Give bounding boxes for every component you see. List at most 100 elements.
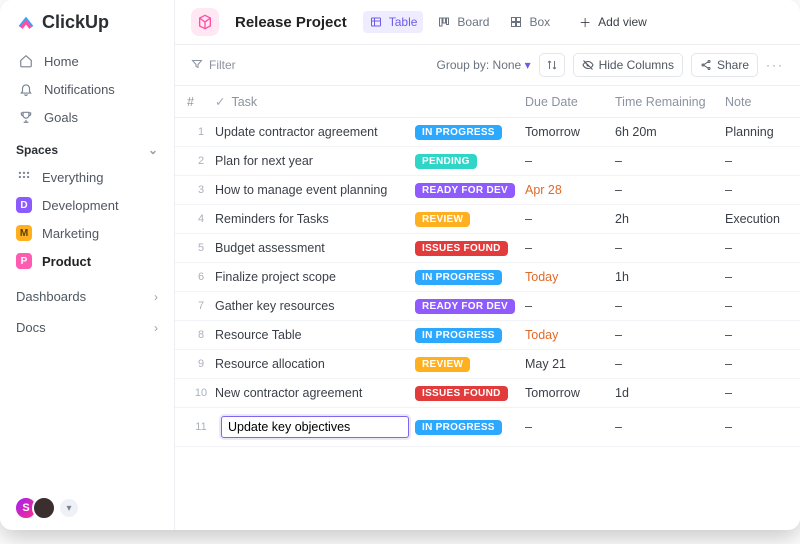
col-task[interactable]: ✓ Task	[215, 94, 415, 109]
nav-label: Home	[44, 54, 79, 69]
header-bar: Release Project TableBoardBox ＋ Add view	[175, 0, 800, 45]
note: –	[725, 386, 800, 400]
sidebar-nav: Home NotificationsGoals	[0, 45, 174, 133]
view-label: Board	[457, 15, 489, 29]
avatar[interactable]	[32, 496, 56, 520]
hide-columns-button[interactable]: Hide Columns	[573, 53, 683, 77]
task-name: Resource allocation	[215, 357, 415, 371]
row-index: 11	[187, 421, 215, 433]
note: –	[725, 328, 800, 342]
due-date[interactable]: Today	[525, 270, 615, 284]
spaces-header[interactable]: Spaces ⌄	[0, 133, 174, 163]
due-date[interactable]: –	[525, 299, 615, 313]
due-date[interactable]: Apr 28	[525, 183, 615, 197]
note: Planning	[725, 125, 800, 139]
table-row[interactable]: 11IN PROGRESS–––	[175, 408, 800, 447]
table-row[interactable]: 4Reminders for TasksREVIEW–2hExecution	[175, 205, 800, 234]
add-view-label: Add view	[598, 15, 647, 29]
sidebar: ClickUp HomeNotificationsGoals Spaces ⌄ …	[0, 0, 175, 530]
status-badge[interactable]: READY FOR DEV	[415, 299, 515, 314]
col-time[interactable]: Time Remaining	[615, 95, 725, 109]
table-row[interactable]: 3How to manage event planningREADY FOR D…	[175, 176, 800, 205]
share-button[interactable]: Share	[691, 53, 758, 77]
time-remaining: 2h	[615, 212, 725, 226]
note: –	[725, 270, 800, 284]
clickup-icon	[16, 13, 36, 33]
space-product[interactable]: PProduct	[0, 247, 174, 275]
status-badge[interactable]: IN PROGRESS	[415, 328, 502, 343]
due-date[interactable]: Tomorrow	[525, 386, 615, 400]
status-badge[interactable]: READY FOR DEV	[415, 183, 515, 198]
table-row[interactable]: 1Update contractor agreementIN PROGRESST…	[175, 118, 800, 147]
group-by-value: None	[493, 58, 522, 72]
space-badge: P	[16, 253, 32, 269]
chevron-down-icon[interactable]: ▾	[60, 499, 78, 517]
group-by-control[interactable]: Group by: None ▾	[436, 58, 530, 72]
board-icon	[437, 15, 451, 29]
due-date[interactable]: Tomorrow	[525, 125, 615, 139]
view-tab-board[interactable]: Board	[431, 11, 495, 33]
status-badge[interactable]: REVIEW	[415, 212, 470, 227]
table-row[interactable]: 10New contractor agreementISSUES FOUNDTo…	[175, 379, 800, 408]
everything-icon	[16, 169, 32, 185]
col-note[interactable]: Note	[725, 95, 800, 109]
link-dashboards[interactable]: Dashboards›	[0, 281, 174, 312]
status-badge[interactable]: ISSUES FOUND	[415, 386, 508, 401]
filter-button[interactable]: Filter	[191, 58, 236, 73]
task-name: Plan for next year	[215, 154, 415, 168]
table-row[interactable]: 8Resource TableIN PROGRESSToday––	[175, 321, 800, 350]
eye-off-icon	[582, 59, 594, 71]
link-docs[interactable]: Docs ›	[0, 312, 174, 343]
note: –	[725, 241, 800, 255]
nav-notifications[interactable]: Notifications	[8, 75, 166, 103]
row-index: 8	[187, 329, 215, 341]
row-index: 6	[187, 271, 215, 283]
note: –	[725, 420, 800, 434]
table-row[interactable]: 2Plan for next yearPENDING–––	[175, 147, 800, 176]
row-index: 2	[187, 155, 215, 167]
table-row[interactable]: 6Finalize project scopeIN PROGRESSToday1…	[175, 263, 800, 292]
row-index: 10	[187, 387, 215, 399]
due-date[interactable]: May 21	[525, 357, 615, 371]
chevron-down-icon: ▾	[525, 58, 531, 72]
status-badge[interactable]: IN PROGRESS	[415, 420, 502, 435]
col-due[interactable]: Due Date	[525, 95, 615, 109]
table-row[interactable]: 7Gather key resourcesREADY FOR DEV–––	[175, 292, 800, 321]
due-date[interactable]: Today	[525, 328, 615, 342]
task-name: Gather key resources	[215, 299, 415, 313]
group-by-label: Group by:	[436, 58, 489, 72]
view-tab-box[interactable]: Box	[503, 11, 556, 33]
nav-goals[interactable]: Goals	[8, 103, 166, 131]
status-badge[interactable]: IN PROGRESS	[415, 270, 502, 285]
due-date[interactable]: –	[525, 154, 615, 168]
col-index[interactable]: #	[187, 95, 215, 109]
more-menu-button[interactable]: ···	[766, 58, 784, 72]
time-remaining: 1d	[615, 386, 725, 400]
brand-logo: ClickUp	[0, 12, 174, 45]
space-development[interactable]: DDevelopment	[0, 191, 174, 219]
due-date[interactable]: –	[525, 212, 615, 226]
app-window: ClickUp HomeNotificationsGoals Spaces ⌄ …	[0, 0, 800, 530]
status-badge[interactable]: REVIEW	[415, 357, 470, 372]
view-tab-table[interactable]: Table	[363, 11, 424, 33]
brand-name: ClickUp	[42, 12, 109, 33]
chevron-right-icon: ›	[154, 321, 158, 335]
task-name-input[interactable]	[221, 416, 409, 438]
due-date[interactable]: –	[525, 241, 615, 255]
row-index: 3	[187, 184, 215, 196]
status-badge[interactable]: IN PROGRESS	[415, 125, 502, 140]
sort-button[interactable]	[539, 53, 565, 77]
chevron-right-icon: ›	[154, 290, 158, 304]
due-date[interactable]: –	[525, 420, 615, 434]
status-badge[interactable]: PENDING	[415, 154, 477, 169]
table-row[interactable]: 5Budget assessmentISSUES FOUND–––	[175, 234, 800, 263]
note: –	[725, 154, 800, 168]
note: Execution	[725, 212, 800, 226]
status-badge[interactable]: ISSUES FOUND	[415, 241, 508, 256]
nav-home[interactable]: Home	[8, 47, 166, 75]
space-marketing[interactable]: MMarketing	[0, 219, 174, 247]
table-row[interactable]: 9Resource allocationREVIEWMay 21––	[175, 350, 800, 379]
link-label: Docs	[16, 320, 46, 335]
space-everything[interactable]: Everything	[0, 163, 174, 191]
add-view-button[interactable]: ＋ Add view	[572, 11, 653, 33]
